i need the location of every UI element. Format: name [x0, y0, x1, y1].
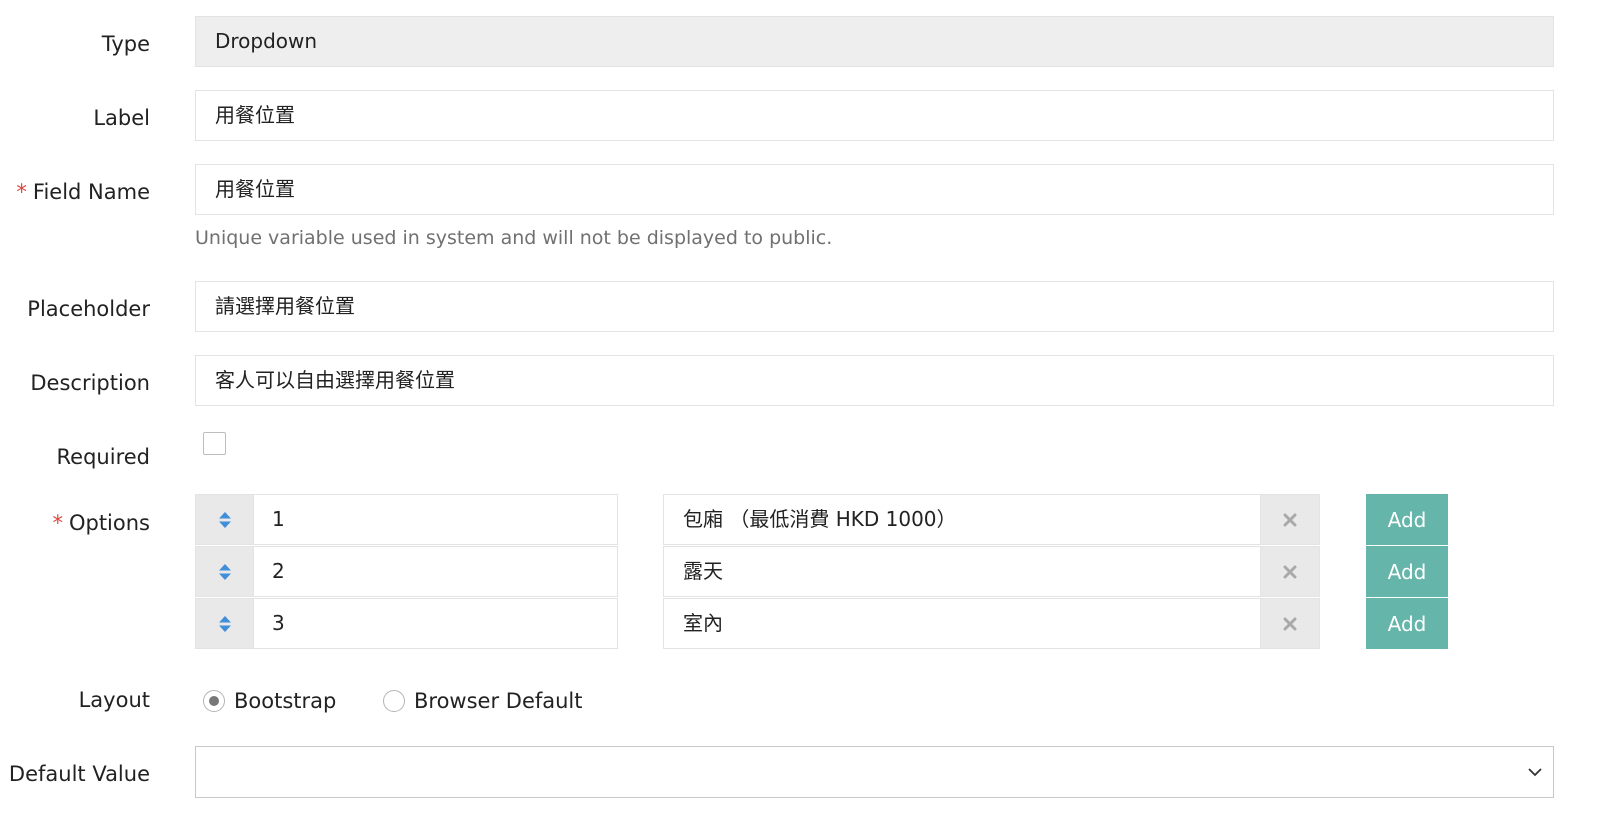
option-value-input[interactable]: 3	[254, 598, 618, 649]
sort-handle[interactable]	[195, 546, 254, 597]
required-mark: *	[52, 511, 63, 535]
required-label: Required	[56, 445, 150, 469]
field-name-label: * Field Name	[0, 178, 150, 206]
close-icon	[1283, 565, 1297, 578]
radio-button-selected[interactable]	[203, 690, 225, 712]
sort-arrows-icon	[218, 615, 231, 632]
default-value-select[interactable]	[195, 746, 1554, 798]
label-label: Label	[93, 106, 150, 130]
type-field: Dropdown	[195, 16, 1554, 67]
layout-option-browser-default[interactable]: Browser Default	[383, 687, 583, 715]
option-text-input[interactable]: 包廂 （最低消費 HKD 1000）	[663, 494, 1261, 545]
field-name-hint: Unique variable used in system and will …	[195, 227, 833, 249]
type-label: Type	[101, 32, 150, 56]
layout-label: Layout	[78, 688, 150, 712]
layout-option-bootstrap[interactable]: Bootstrap	[203, 687, 336, 715]
description-label: Description	[30, 371, 150, 395]
sort-handle[interactable]	[195, 598, 254, 649]
required-checkbox[interactable]	[203, 432, 226, 455]
chevron-down-icon	[1528, 768, 1542, 777]
close-icon	[1283, 617, 1297, 630]
options-label: * Options	[0, 509, 150, 537]
remove-option-button[interactable]	[1261, 598, 1320, 649]
required-mark: *	[16, 180, 27, 204]
layout-option-label: Bootstrap	[234, 689, 337, 713]
placeholder-input[interactable]: 請選擇用餐位置	[195, 281, 1554, 332]
layout-option-label: Browser Default	[414, 689, 583, 713]
radio-button[interactable]	[383, 690, 405, 712]
field-name-label-text: Field Name	[32, 180, 150, 204]
options-label-text: Options	[68, 511, 150, 535]
radio-dot-icon	[209, 696, 219, 706]
sort-arrows-icon	[218, 563, 231, 580]
close-icon	[1283, 513, 1297, 526]
sort-handle[interactable]	[195, 494, 254, 545]
add-option-button[interactable]: Add	[1366, 598, 1448, 649]
placeholder-label: Placeholder	[27, 297, 150, 321]
default-value-label: Default Value	[8, 762, 150, 786]
option-value-input[interactable]: 2	[254, 546, 618, 597]
add-option-button[interactable]: Add	[1366, 494, 1448, 545]
option-text-input[interactable]: 室內	[663, 598, 1261, 649]
option-text-input[interactable]: 露天	[663, 546, 1261, 597]
description-input[interactable]: 客人可以自由選擇用餐位置	[195, 355, 1554, 406]
field-name-input[interactable]: 用餐位置	[195, 164, 1554, 215]
option-value-input[interactable]: 1	[254, 494, 618, 545]
label-input[interactable]: 用餐位置	[195, 90, 1554, 141]
add-option-button[interactable]: Add	[1366, 546, 1448, 597]
remove-option-button[interactable]	[1261, 494, 1320, 545]
remove-option-button[interactable]	[1261, 546, 1320, 597]
sort-arrows-icon	[218, 511, 231, 528]
